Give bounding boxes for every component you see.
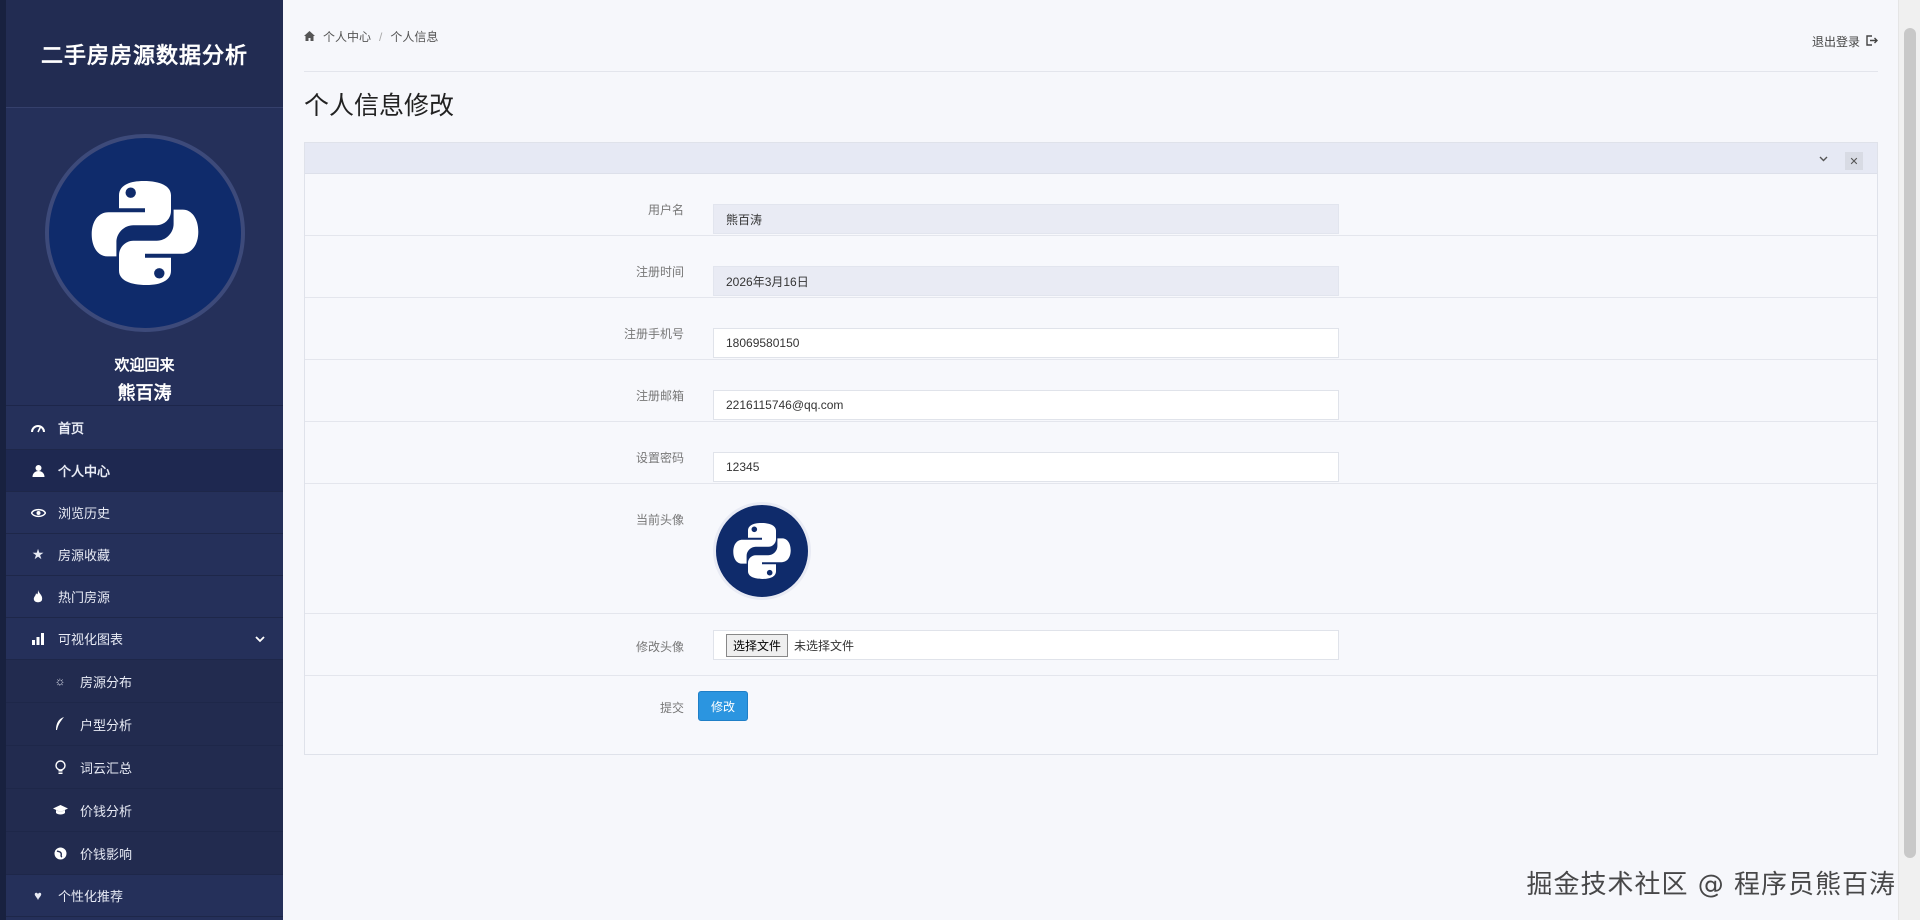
- sidebar-item-price-analysis[interactable]: 价钱分析: [6, 789, 283, 832]
- sun-icon: ☼: [54, 674, 66, 688]
- sidebar-item-favorites[interactable]: ★ 房源收藏: [6, 534, 283, 576]
- sidebar-nav: 首页 个人中心 浏览历史 ★ 房源收藏 热门房源 可视化图表 ☼ 房源分布 户型…: [6, 406, 283, 917]
- python-logo-icon: [733, 523, 791, 579]
- form-row-current-avatar: 当前头像: [305, 484, 1877, 614]
- breadcrumb: 个人中心 / 个人信息: [304, 28, 438, 45]
- star-icon: ★: [31, 546, 45, 562]
- sidebar-item-label: 词云汇总: [80, 760, 133, 776]
- sidebar-item-label: 首页: [58, 421, 85, 436]
- sidebar-item-label: 房源分布: [80, 674, 133, 690]
- file-input: 选择文件 未选择文件: [713, 630, 1339, 660]
- chevron-down-icon[interactable]: [1815, 151, 1831, 167]
- main-content: 个人中心 / 个人信息 退出登录 个人信息修改 ✕ 用户名 熊百涛 注册时间 2…: [283, 0, 1898, 920]
- password-label: 设置密码: [635, 451, 684, 465]
- top-bar: 个人中心 / 个人信息 退出登录: [304, 0, 1878, 72]
- heart-icon: ♥: [34, 888, 42, 903]
- sidebar-item-home[interactable]: 首页: [6, 406, 283, 450]
- card-header: ✕: [305, 143, 1877, 174]
- profile-form-card: ✕ 用户名 熊百涛 注册时间 2026年3月16日 注册手机号 注册邮箱 设置密…: [304, 142, 1878, 755]
- choose-file-button[interactable]: 选择文件: [726, 633, 789, 657]
- sidebar-item-hot-listings[interactable]: 热门房源: [6, 576, 283, 618]
- sidebar-item-label: 浏览历史: [58, 506, 111, 521]
- sidebar-item-price-impact[interactable]: 价钱影响: [6, 832, 283, 875]
- chevron-down-icon: [255, 631, 265, 646]
- sidebar-item-wordcloud[interactable]: 词云汇总: [6, 746, 283, 789]
- email-field[interactable]: [713, 390, 1339, 420]
- breadcrumb-separator: /: [379, 29, 383, 44]
- sidebar: 二手房房源数据分析 欢迎回来 熊百涛 首页 个人中心 浏览历史 ★ 房源收藏 热…: [0, 0, 283, 920]
- breadcrumb-current: 个人信息: [390, 30, 439, 44]
- current-avatar-image: [713, 502, 811, 600]
- form-row-email: 注册邮箱: [305, 360, 1877, 422]
- user-profile: 欢迎回来 熊百涛: [6, 108, 283, 406]
- eye-icon: [28, 508, 48, 518]
- close-icon[interactable]: ✕: [1845, 152, 1863, 170]
- form-row-regtime: 注册时间 2026年3月16日: [305, 236, 1877, 298]
- current-avatar-label: 当前头像: [635, 513, 684, 527]
- graduation-icon: [50, 804, 70, 816]
- email-label: 注册邮箱: [635, 389, 684, 403]
- sidebar-item-label: 户型分析: [80, 717, 133, 733]
- profile-name: 熊百涛: [117, 383, 172, 403]
- password-field[interactable]: [713, 452, 1339, 482]
- home-icon[interactable]: [304, 30, 315, 44]
- logout-label: 退出登录: [1811, 35, 1860, 49]
- sidebar-item-label: 个性化推荐: [58, 889, 124, 904]
- phone-label: 注册手机号: [623, 327, 684, 341]
- page-title: 个人信息修改: [304, 92, 455, 120]
- regtime-field: 2026年3月16日: [713, 266, 1339, 296]
- sidebar-item-label: 价钱影响: [80, 846, 133, 862]
- sidebar-item-label: 热门房源: [58, 590, 111, 605]
- form-row-phone: 注册手机号: [305, 298, 1877, 360]
- sidebar-item-distribution[interactable]: ☼ 房源分布: [6, 660, 283, 703]
- user-icon: [28, 464, 48, 477]
- bar-chart-icon: [28, 632, 48, 645]
- scrollbar[interactable]: [1898, 0, 1920, 920]
- globe-icon: [50, 847, 70, 860]
- submit-label: 提交: [659, 701, 684, 715]
- form-row-change-avatar: 修改头像 选择文件 未选择文件: [305, 614, 1877, 676]
- watermark: 掘金技术社区 @ 程序员熊百涛: [1526, 870, 1896, 900]
- username-field: 熊百涛: [713, 204, 1339, 234]
- sidebar-item-layout-analysis[interactable]: 户型分析: [6, 703, 283, 746]
- scrollbar-thumb[interactable]: [1904, 28, 1916, 858]
- bulb-icon: [50, 759, 70, 775]
- sidebar-item-label: 房源收藏: [58, 548, 111, 563]
- breadcrumb-parent[interactable]: 个人中心: [323, 28, 371, 45]
- welcome-text: 欢迎回来: [114, 357, 175, 374]
- form-row-password: 设置密码: [305, 422, 1877, 484]
- username-label: 用户名: [647, 203, 684, 217]
- sidebar-item-charts[interactable]: 可视化图表: [6, 618, 283, 660]
- form-row-submit: 提交 修改: [305, 676, 1877, 736]
- sidebar-item-label: 价钱分析: [80, 803, 133, 819]
- sidebar-item-history[interactable]: 浏览历史: [6, 492, 283, 534]
- feather-icon: [50, 717, 70, 731]
- logout-button[interactable]: 退出登录: [1812, 33, 1878, 50]
- avatar: [44, 134, 245, 332]
- modify-button[interactable]: 修改: [698, 691, 748, 721]
- sidebar-item-label: 个人中心: [58, 464, 111, 479]
- dashboard-icon: [28, 422, 48, 434]
- file-status: 未选择文件: [794, 638, 855, 653]
- logout-icon: [1866, 34, 1878, 49]
- sidebar-item-personal-center[interactable]: 个人中心: [6, 450, 283, 492]
- change-avatar-label: 修改头像: [635, 640, 684, 654]
- regtime-label: 注册时间: [635, 265, 684, 279]
- python-logo-icon: [91, 181, 198, 285]
- sidebar-item-label: 可视化图表: [58, 632, 124, 647]
- fire-icon: [28, 589, 48, 604]
- app-title: 二手房房源数据分析: [6, 0, 283, 108]
- form-row-username: 用户名 熊百涛: [305, 174, 1877, 236]
- sidebar-item-recommend[interactable]: ♥ 个性化推荐: [6, 875, 283, 917]
- phone-field[interactable]: [713, 328, 1339, 358]
